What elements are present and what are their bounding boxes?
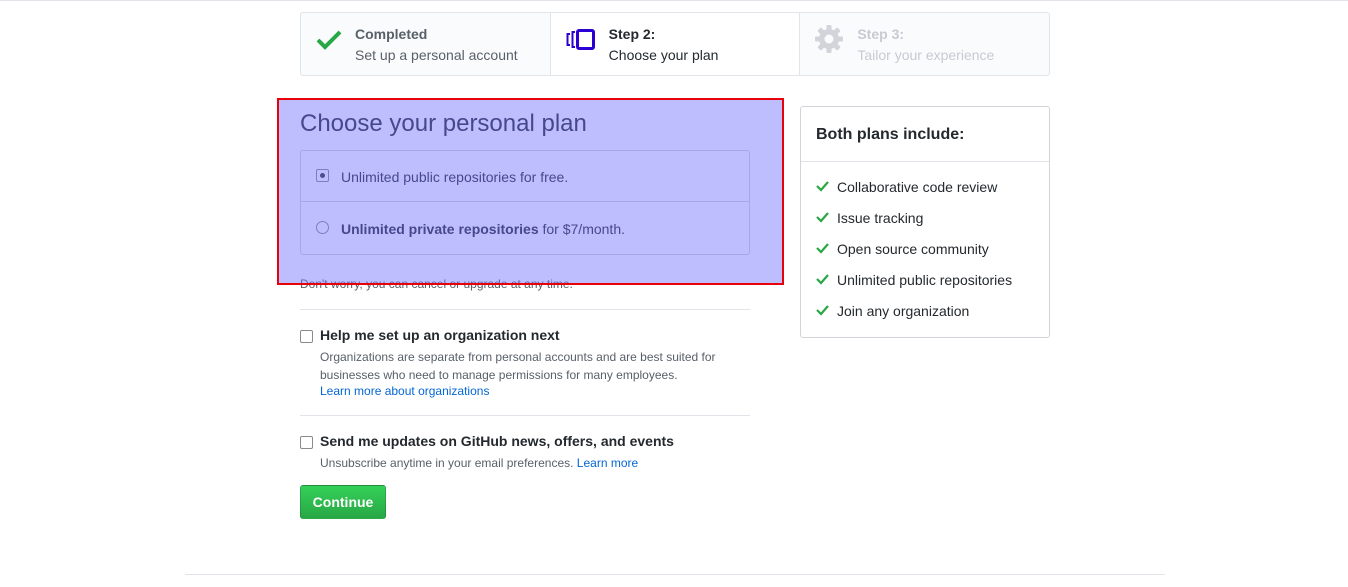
check-icon (816, 272, 829, 288)
check-icon (816, 179, 829, 195)
plan-free-radio[interactable] (316, 169, 329, 182)
check-icon (816, 210, 829, 226)
updates-option-title[interactable]: Send me updates on GitHub news, offers, … (320, 433, 674, 449)
plan-private-label-price: for $7/month. (538, 221, 625, 237)
step-title: Completed (355, 26, 428, 42)
step-title: Step 3: (857, 26, 905, 42)
updates-checkbox[interactable] (300, 436, 313, 449)
updates-description-text: Unsubscribe anytime in your email prefer… (320, 456, 574, 470)
feature-label: Open source community (837, 241, 989, 257)
plan-cards-icon (566, 29, 596, 56)
plan-free-label: Unlimited public repositories for free. (341, 169, 569, 185)
org-option-description: Organizations are separate from personal… (320, 350, 716, 382)
plan-private-label: Unlimited private repositories for $7/mo… (341, 221, 625, 237)
plan-option-free[interactable]: Unlimited public repositories for free. (301, 151, 749, 202)
continue-button[interactable]: Continue (300, 485, 386, 519)
step-subtitle: Tailor your experience (857, 47, 995, 63)
step-upcoming: Step 3: Tailor your experience (800, 13, 1049, 75)
footer-divider (185, 574, 1165, 575)
panel-header: Both plans include: (801, 107, 1049, 162)
step-subtitle: Choose your plan (608, 47, 719, 63)
plan-private-radio[interactable] (316, 221, 329, 234)
plan-private-label-bold: Unlimited private repositories (341, 221, 539, 237)
top-divider (0, 0, 1348, 1)
step-current: Step 2: Choose your plan (550, 13, 801, 75)
learn-more-organizations-link[interactable]: Learn more about organizations (320, 384, 489, 398)
section-divider (300, 415, 750, 416)
section-divider (300, 309, 750, 310)
gear-icon (814, 24, 844, 59)
updates-option: Send me updates on GitHub news, offers, … (300, 433, 760, 473)
feature-label: Issue tracking (837, 210, 924, 226)
org-option-title[interactable]: Help me set up an organization next (320, 327, 560, 343)
step-completed: Completed Set up a personal account (301, 13, 551, 75)
org-option: Help me set up an organization next Orga… (300, 327, 760, 407)
step-title: Step 2: (608, 26, 656, 42)
panel-title: Both plans include: (816, 126, 965, 143)
plan-features-panel: Both plans include: Collaborative code r… (800, 106, 1050, 338)
signup-steps: Completed Set up a personal account Step… (300, 12, 1050, 76)
feature-label: Unlimited public repositories (837, 272, 1013, 288)
plan-options: Unlimited public repositories for free. … (300, 150, 750, 255)
cancel-note: Don't worry, you can cancel or upgrade a… (300, 277, 573, 291)
checkmark-icon (316, 29, 342, 56)
feature-label: Join any organization (837, 303, 970, 319)
learn-more-link[interactable]: Learn more (577, 456, 638, 470)
plan-option-private[interactable]: Unlimited private repositories for $7/mo… (301, 203, 749, 254)
plan-heading: Choose your personal plan (300, 110, 587, 137)
step-subtitle: Set up a personal account (355, 47, 518, 63)
check-icon (816, 241, 829, 257)
check-icon (816, 303, 829, 319)
feature-label: Collaborative code review (837, 179, 998, 195)
org-checkbox[interactable] (300, 330, 313, 343)
updates-option-description: Unsubscribe anytime in your email prefer… (320, 454, 750, 472)
